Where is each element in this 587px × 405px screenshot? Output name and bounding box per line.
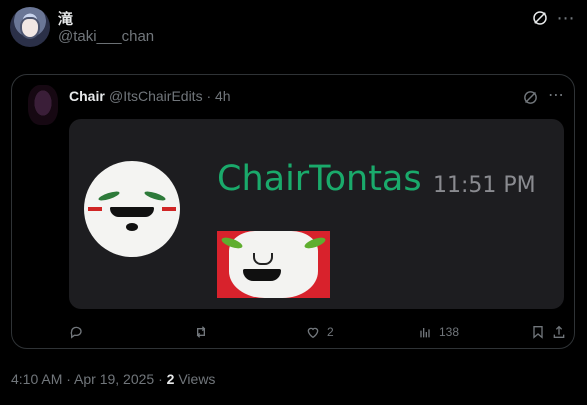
like-count: 2 (327, 325, 334, 339)
reply-button[interactable] (69, 322, 85, 342)
more-icon[interactable]: ⋯ (556, 8, 576, 28)
repost-icon (196, 326, 206, 338)
quote-author-handle[interactable]: @ItsChairEdits · 4h (109, 88, 231, 104)
like-icon (307, 327, 319, 339)
views-button[interactable]: 138 (417, 322, 459, 342)
views-label: Views (174, 371, 216, 387)
share-button[interactable] (551, 322, 567, 342)
discord-avatar (84, 161, 180, 257)
views-icon (420, 328, 430, 338)
bookmark-icon (533, 326, 543, 339)
quote-avatar[interactable] (28, 85, 58, 125)
repost-button[interactable] (193, 322, 209, 342)
media-username: ChairTontas (217, 159, 422, 199)
quoted-tweet[interactable]: Chair @ItsChairEdits · 4h ⋯ ChairTontas … (11, 74, 575, 349)
like-button[interactable]: 2 (305, 322, 334, 342)
views-count: 138 (439, 325, 460, 339)
grok-icon[interactable] (522, 89, 539, 106)
more-icon[interactable]: ⋯ (546, 87, 566, 105)
avatar[interactable] (10, 7, 50, 47)
quote-author-name[interactable]: Chair (69, 88, 105, 104)
display-name[interactable]: 滝 (58, 8, 73, 29)
media-time: 11:51 PM (433, 173, 536, 198)
timestamp[interactable]: 4:10 AM · Apr 19, 2025 · (11, 371, 167, 387)
grok-icon[interactable] (531, 9, 549, 27)
tweet-meta: 4:10 AM · Apr 19, 2025 · 2 Views (11, 371, 215, 387)
share-icon (553, 325, 565, 338)
sticker-image (217, 231, 330, 298)
handle[interactable]: @taki___chan (58, 28, 154, 45)
bookmark-button[interactable] (530, 322, 546, 342)
media-image[interactable]: ChairTontas 11:51 PM (69, 119, 564, 309)
quote-actions: 2 138 (69, 322, 567, 342)
reply-icon (70, 326, 82, 339)
